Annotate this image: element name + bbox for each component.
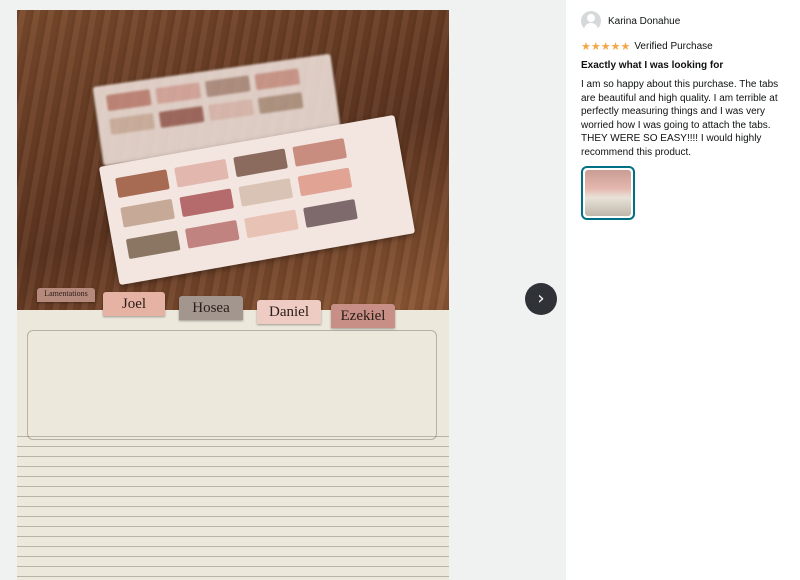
bible-tab: Ezekiel — [331, 304, 395, 328]
next-image-button[interactable]: › — [525, 283, 557, 315]
reviewer-profile[interactable]: Karina Donahue — [581, 10, 788, 32]
avatar — [581, 11, 601, 31]
chevron-right-icon: › — [537, 288, 545, 309]
media-viewer: Lamentations Joel Hosea Daniel Ezekiel › — [0, 0, 566, 580]
bible-tab: Joel — [103, 292, 165, 316]
reviewer-name: Karina Donahue — [608, 15, 681, 27]
review-photo: Lamentations Joel Hosea Daniel Ezekiel — [17, 10, 449, 580]
review-title: Exactly what I was looking for — [581, 60, 724, 71]
review-body: I am so happy about this purchase. The t… — [581, 79, 779, 158]
rating-row: ★★★★★ Verified Purchase — [581, 39, 788, 53]
verified-purchase-badge: Verified Purchase — [634, 40, 713, 52]
review-image-thumbnail[interactable] — [581, 166, 635, 220]
review-panel: Karina Donahue ★★★★★ Verified Purchase E… — [566, 0, 800, 580]
star-rating-icon: ★★★★★ — [581, 39, 631, 53]
bible-page — [17, 310, 449, 580]
bible-tab: Daniel — [257, 300, 321, 324]
bible-tab: Hosea — [179, 296, 243, 320]
bible-tab: Lamentations — [37, 288, 95, 302]
